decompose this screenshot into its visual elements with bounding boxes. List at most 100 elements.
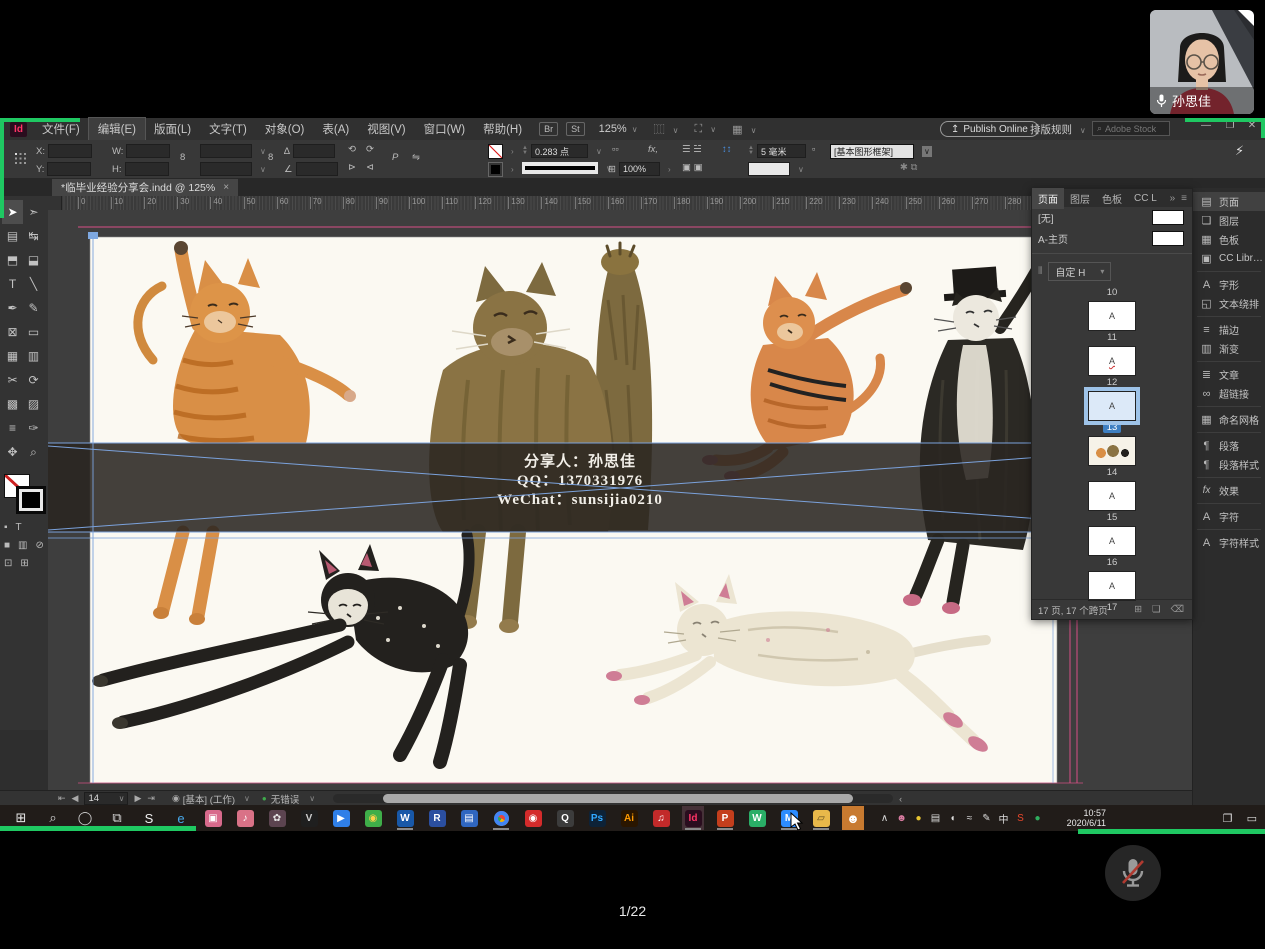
globe-app[interactable]: ◉ bbox=[362, 806, 384, 830]
line-tool[interactable]: ╲ bbox=[23, 272, 44, 296]
dock-item-named-grids[interactable]: ▦命名网格 bbox=[1193, 410, 1265, 429]
adobe-stock-search[interactable]: ⌕ Adobe Stock bbox=[1092, 121, 1170, 136]
rotation-angle-field[interactable]: ∆ bbox=[284, 144, 335, 158]
dock-item-paragraph[interactable]: ¶段落 bbox=[1193, 436, 1265, 455]
corner-options-icon[interactable]: ▫▫ bbox=[612, 144, 619, 155]
content-collector-tool[interactable]: ⬒ bbox=[2, 248, 23, 272]
app-r[interactable]: R bbox=[426, 806, 448, 830]
tray-shield-icon[interactable]: ● bbox=[910, 813, 927, 824]
dock-item-hyperlinks[interactable]: ∞超链接 bbox=[1193, 384, 1265, 403]
screen-mode-dropdown[interactable]: ⛶ ∨ bbox=[695, 123, 717, 136]
dock-item-paragraph-styles[interactable]: ¶段落样式 bbox=[1193, 455, 1265, 474]
preflight-profile-dropdown[interactable]: [基本] (工作)∨ bbox=[183, 792, 250, 806]
indesign[interactable]: Id bbox=[682, 806, 704, 830]
align-icons[interactable]: ☰ ☱ bbox=[682, 144, 702, 155]
user-app[interactable]: ☻ bbox=[842, 806, 864, 830]
width-field[interactable]: W: bbox=[112, 144, 170, 158]
page-number-label[interactable]: 16 bbox=[1032, 557, 1192, 569]
dock-item-cc-libraries[interactable]: ▣CC Libr… bbox=[1193, 249, 1265, 268]
page-thumbnail[interactable]: A bbox=[1088, 481, 1136, 511]
table-tool[interactable]: ▥ bbox=[23, 344, 44, 368]
gap-tool[interactable]: ↹ bbox=[23, 224, 44, 248]
menu-item[interactable]: 版面(L) bbox=[145, 118, 200, 140]
composition-rules-dropdown[interactable]: 排版规则 ∨ bbox=[1030, 122, 1086, 137]
stock-badge[interactable]: St bbox=[566, 122, 585, 136]
frame-tool[interactable]: ⊠ bbox=[2, 320, 23, 344]
taskbar-clock[interactable]: 10:57 2020/6/11 bbox=[1054, 808, 1106, 828]
distribute-icons[interactable]: ▣ ▣ bbox=[682, 162, 703, 173]
panel-menu-icon[interactable]: ≡ bbox=[1181, 193, 1187, 204]
menu-item[interactable]: 文字(T) bbox=[200, 118, 256, 140]
sogou-icon[interactable]: S bbox=[1012, 813, 1029, 824]
next-page-button[interactable]: ▶ bbox=[134, 793, 141, 804]
prev-page-button[interactable]: ◀ bbox=[72, 793, 79, 804]
ruler-origin-box[interactable] bbox=[48, 196, 62, 210]
video-app[interactable]: ▶ bbox=[330, 806, 352, 830]
arrange-documents-dropdown[interactable]: ▦ ∨ bbox=[732, 123, 756, 136]
view-options-dropdown[interactable]: ⿲ ∨ bbox=[654, 121, 679, 137]
frame-fitting-icon[interactable]: ▫ bbox=[812, 144, 815, 155]
contact-info-overlay[interactable]: 分享人：孙思佳 QQ：1370331976 WeChat：sunsijia021… bbox=[48, 443, 1192, 532]
polygon-tool[interactable]: ▦ bbox=[2, 344, 23, 368]
page-number-dropdown[interactable]: 14∨ bbox=[84, 792, 128, 805]
app-rings[interactable]: ✿ bbox=[266, 806, 288, 830]
scissors-tool[interactable]: ✂ bbox=[2, 368, 23, 392]
touch-keyboard-icon[interactable]: ❐ bbox=[1223, 812, 1233, 825]
pages-panel-tab[interactable]: CC L bbox=[1128, 190, 1163, 207]
quick-actions-lightning-icon[interactable]: ⚡ bbox=[1235, 143, 1244, 159]
app-music-red[interactable]: ♫ bbox=[650, 806, 672, 830]
page-thumbnail[interactable]: A bbox=[1088, 346, 1136, 376]
chrome-browser[interactable] bbox=[490, 806, 512, 830]
first-page-button[interactable]: ⇤ bbox=[58, 793, 66, 804]
free-transform-tool[interactable]: ⟳ bbox=[23, 368, 44, 392]
dock-item-stroke[interactable]: ≡描边 bbox=[1193, 320, 1265, 339]
stroke-color-none-swatch[interactable]: › bbox=[488, 144, 514, 159]
dock-item-character-styles[interactable]: A字符样式 bbox=[1193, 533, 1265, 552]
tray-expand-icon[interactable]: ∧ bbox=[876, 813, 893, 824]
fill-stroke-proxy[interactable] bbox=[4, 474, 44, 516]
stroke-weight-field[interactable]: ▲▼0.283 点∨ bbox=[522, 144, 602, 158]
tray-network-icon[interactable]: ≈ bbox=[961, 813, 978, 824]
mic-muted-button[interactable] bbox=[1105, 845, 1161, 901]
app-chart[interactable]: ▤ bbox=[458, 806, 480, 830]
dock-item-layers[interactable]: ❏图层 bbox=[1193, 211, 1265, 230]
dock-item-text-wrap[interactable]: ◱文本绕排 bbox=[1193, 294, 1265, 313]
gap-field[interactable]: ▲▼5 毫米 bbox=[748, 144, 806, 158]
tray-display-icon[interactable]: ▤ bbox=[927, 813, 944, 824]
page-number-label[interactable]: 14 bbox=[1032, 467, 1192, 479]
stroke-style-dropdown[interactable]: ∨ bbox=[522, 162, 612, 174]
action-center-icon[interactable]: ▭ bbox=[1247, 812, 1257, 825]
gradient-feather-tool[interactable]: ▨ bbox=[23, 392, 44, 416]
content-placer-tool[interactable]: ⬓ bbox=[23, 248, 44, 272]
rotate-ccw-button[interactable]: ⟲ bbox=[348, 144, 356, 155]
page-number-label[interactable]: 13 bbox=[1032, 422, 1192, 434]
tray-person-icon[interactable]: ☻ bbox=[893, 813, 910, 824]
selection-tool[interactable]: ➤ bbox=[2, 200, 23, 224]
effects-icon[interactable]: fx, bbox=[648, 144, 658, 155]
panel-overflow-icon[interactable]: » bbox=[1170, 193, 1176, 204]
file-explorer[interactable]: ▱ bbox=[810, 806, 832, 830]
dock-item-pages[interactable]: ▤页面 bbox=[1193, 192, 1265, 211]
page-number-label[interactable]: 11 bbox=[1032, 332, 1192, 344]
menu-item[interactable]: 视图(V) bbox=[358, 118, 414, 140]
stroke-swatch[interactable] bbox=[16, 486, 46, 514]
gradient-tool[interactable]: ▩ bbox=[2, 392, 23, 416]
hand-tool[interactable]: ✥ bbox=[2, 440, 23, 464]
formatting-affects-buttons[interactable]: ▪T bbox=[4, 522, 22, 533]
y-position-field[interactable]: Y: bbox=[36, 162, 91, 176]
qq-app[interactable]: Q bbox=[554, 806, 576, 830]
page-thumbnail[interactable]: A bbox=[1088, 391, 1136, 421]
pages-panel-tab[interactable]: 图层 bbox=[1064, 188, 1096, 209]
apply-color-buttons[interactable]: ■▥⊘ bbox=[4, 540, 44, 551]
menu-item[interactable]: 对象(O) bbox=[256, 118, 314, 140]
page-number-label[interactable]: 15 bbox=[1032, 512, 1192, 524]
delete-page-icon[interactable]: ⌫ bbox=[1171, 604, 1184, 615]
app-red-dot[interactable]: ◉ bbox=[522, 806, 544, 830]
page-thumbnail[interactable] bbox=[1088, 436, 1136, 466]
direct-selection-tool[interactable]: ➣ bbox=[23, 200, 44, 224]
menu-item[interactable]: 窗口(W) bbox=[415, 118, 475, 140]
constrain-dimensions-icon[interactable]: 8 bbox=[180, 152, 185, 163]
reference-point-grid[interactable] bbox=[14, 152, 27, 165]
page-thumbnail[interactable]: A bbox=[1088, 571, 1136, 601]
menu-item[interactable]: 表(A) bbox=[313, 118, 358, 140]
